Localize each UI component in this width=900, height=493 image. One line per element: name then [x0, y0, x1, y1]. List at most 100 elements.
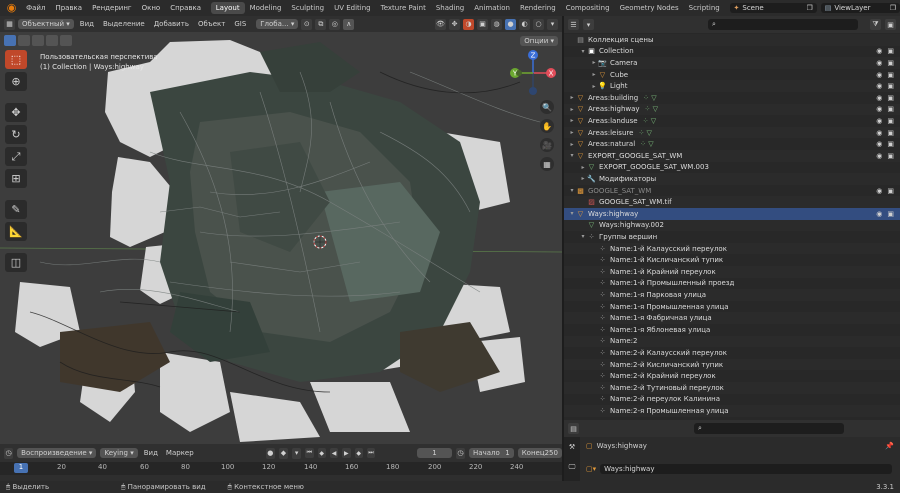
rendered-shading-icon[interactable]: ○ [533, 18, 544, 30]
playback-dropdown[interactable]: Воспроизведение ▾ [17, 448, 97, 458]
wireframe-shading-icon[interactable]: ◍ [491, 18, 502, 30]
play-reverse-icon[interactable]: ◀ [329, 448, 339, 458]
measure-tool-icon[interactable]: 📐 [5, 222, 27, 241]
current-frame-field[interactable]: 1 [417, 448, 452, 458]
outliner-row[interactable]: ▸ 📷 Camera ◉ ▣ [564, 57, 900, 69]
outliner-row[interactable]: ⁘ Name:2-й переулок Калинина [564, 394, 900, 406]
collapse-arrow-icon[interactable]: ▸ [568, 117, 576, 124]
outliner-row[interactable]: ▸ ▽ Areas:highway ⁘ ▽ ◉ ▣ [564, 103, 900, 116]
menu-edit[interactable]: Правка [50, 4, 87, 12]
orientation-dropdown[interactable]: Глоба... ▾ [256, 19, 299, 29]
eye-icon[interactable]: ◉ [876, 117, 882, 125]
eye-icon[interactable]: ◉ [876, 82, 882, 90]
outliner-row[interactable]: ▸ ▽ Areas:natural ⁘ ▽ ◉ ▣ [564, 138, 900, 150]
eye-icon[interactable]: ◉ [876, 140, 882, 148]
tab-modeling[interactable]: Modeling [245, 2, 287, 14]
eye-icon[interactable]: ◉ [876, 210, 882, 218]
collapse-arrow-icon[interactable]: ▸ [579, 164, 587, 171]
menu-window[interactable]: Окно [137, 4, 166, 12]
outliner-row[interactable]: ▸ 🔧 Модификаторы [564, 173, 900, 185]
render-camera-icon[interactable]: ▣ [887, 129, 894, 137]
outliner-row[interactable]: ⁘ Name:1-й Калаусский переулок [564, 242, 900, 255]
eye-icon[interactable]: ◉ [876, 152, 882, 160]
outliner-row[interactable]: ▾ ▽ Ways:highway ◉ ▣ [564, 208, 900, 220]
proportional-edit-icon[interactable]: ◎ [329, 18, 341, 30]
outliner-row[interactable]: ⁘ Name:1-й Промышленный проезд [564, 278, 900, 290]
render-camera-icon[interactable]: ▣ [887, 71, 894, 79]
outliner-row[interactable]: ▤ Коллекция сцены [564, 34, 900, 46]
outliner-row[interactable]: ▽ Ways:highway.002 [564, 219, 900, 232]
properties-editor-icon[interactable]: ▤ [568, 423, 579, 434]
next-keyframe-icon[interactable]: ◆ [354, 448, 363, 458]
tab-animation[interactable]: Animation [469, 2, 515, 14]
tab-sculpting[interactable]: Sculpting [286, 2, 329, 14]
expand-arrow-icon[interactable]: ▾ [568, 187, 576, 194]
proportional-icon[interactable]: ∧ [343, 18, 355, 30]
eye-icon[interactable]: ◉ [876, 105, 882, 113]
scene-selector[interactable]: ✦ Scene ❐ [729, 3, 817, 13]
end-frame-field[interactable]: Конец 250 [517, 448, 562, 458]
menu-file[interactable]: Файл [21, 4, 50, 12]
viewport-menu-add[interactable]: Добавить [151, 20, 192, 28]
copy-icon[interactable]: ❐ [806, 4, 812, 12]
expand-arrow-icon[interactable]: ▾ [568, 210, 576, 217]
render-camera-icon[interactable]: ▣ [887, 152, 894, 160]
add-cube-tool-icon[interactable]: ◫ [5, 253, 27, 272]
shading-options-icon[interactable]: ▾ [547, 18, 558, 30]
pivot-icon[interactable]: ⊙ [301, 18, 313, 30]
blender-logo-icon[interactable]: ◉ [6, 1, 17, 15]
tool-tab-icon[interactable]: ⚒ [564, 437, 580, 457]
navigation-gizmo[interactable]: Z Y X [507, 47, 559, 99]
eye-icon[interactable]: ◉ [876, 71, 882, 79]
keyframe-options-icon[interactable]: ▾ [292, 447, 302, 459]
display-mode-icon[interactable]: ▾ [583, 19, 594, 30]
outliner-row[interactable]: ▸ ▽ Areas:building ⁘ ▽ ◉ ▣ [564, 92, 900, 104]
eye-icon[interactable]: ◉ [876, 129, 882, 137]
render-camera-icon[interactable]: ▣ [887, 59, 894, 67]
expand-arrow-icon[interactable]: ▾ [579, 48, 587, 55]
visibility-icon[interactable]: 👁 [435, 18, 446, 30]
collapse-arrow-icon[interactable]: ▸ [568, 94, 576, 101]
copy-icon[interactable]: ❐ [890, 4, 896, 12]
3d-viewport[interactable]: Опции ▾ [0, 32, 562, 444]
overlay-icon[interactable]: ◑ [463, 18, 474, 30]
outliner-row[interactable]: ⁘ Name:1-я Яблоневая улица [564, 324, 900, 336]
select-mode-extend-icon[interactable] [18, 35, 30, 46]
outliner-row[interactable]: ⁘ Name:2-й Тутиновый переулок [564, 382, 900, 394]
outliner-row[interactable]: ▸ ▽ EXPORT_GOOGLE_SAT_WM.003 [564, 162, 900, 174]
keying-dropdown[interactable]: Keying ▾ [100, 448, 138, 458]
render-camera-icon[interactable]: ▣ [887, 210, 894, 218]
tab-geometry-nodes[interactable]: Geometry Nodes [615, 2, 684, 14]
outliner-row[interactable]: ⁘ Name:1-я Промышленная улица [564, 301, 900, 313]
gizmo-neg-z[interactable] [529, 87, 537, 95]
tab-layout[interactable]: Layout [210, 2, 245, 14]
outliner-row[interactable]: ▨ GOOGLE_SAT_WM.tif [564, 196, 900, 208]
pan-hand-icon[interactable]: ✋ [540, 119, 554, 133]
menu-help[interactable]: Справка [165, 4, 206, 12]
select-box-tool-icon[interactable]: ⬚ [5, 50, 27, 69]
select-mode-new-icon[interactable] [4, 35, 16, 46]
object-name-input[interactable]: Ways:highway [600, 464, 892, 474]
gizmo-neg-y[interactable] [516, 70, 522, 76]
scale-tool-icon[interactable]: ⤢ [5, 147, 27, 166]
options-dropdown[interactable]: Опции ▾ [520, 36, 558, 46]
outliner-row[interactable]: ⁘ Name:2-й Крайний переулок [564, 370, 900, 382]
outliner-editor-icon[interactable]: ☰ [568, 19, 579, 30]
outliner-row[interactable]: ▸ ▽ Areas:leisure ⁘ ▽ ◉ ▣ [564, 126, 900, 139]
outliner-row[interactable]: ⁘ Name:1-я Парковая улица [564, 289, 900, 301]
render-camera-icon[interactable]: ▣ [887, 117, 894, 125]
annotate-tool-icon[interactable]: ✎ [5, 200, 27, 219]
viewport-menu-select[interactable]: Выделение [100, 20, 148, 28]
playhead[interactable]: 1 [14, 463, 28, 473]
outliner-row[interactable]: ⁘ Name:1-й Крайний переулок [564, 266, 900, 278]
collapse-arrow-icon[interactable]: ▸ [579, 175, 587, 182]
expand-arrow-icon[interactable]: ▾ [568, 152, 576, 159]
pin-icon[interactable]: 📌 [885, 442, 894, 450]
render-camera-icon[interactable]: ▣ [887, 82, 894, 90]
select-mode-subtract-icon[interactable] [32, 35, 44, 46]
collapse-arrow-icon[interactable]: ▸ [590, 83, 598, 90]
collapse-arrow-icon[interactable]: ▸ [590, 71, 598, 78]
move-tool-icon[interactable]: ✥ [5, 103, 27, 122]
record-icon[interactable]: ● [265, 447, 275, 459]
viewport-menu-gis[interactable]: GIS [231, 20, 249, 28]
